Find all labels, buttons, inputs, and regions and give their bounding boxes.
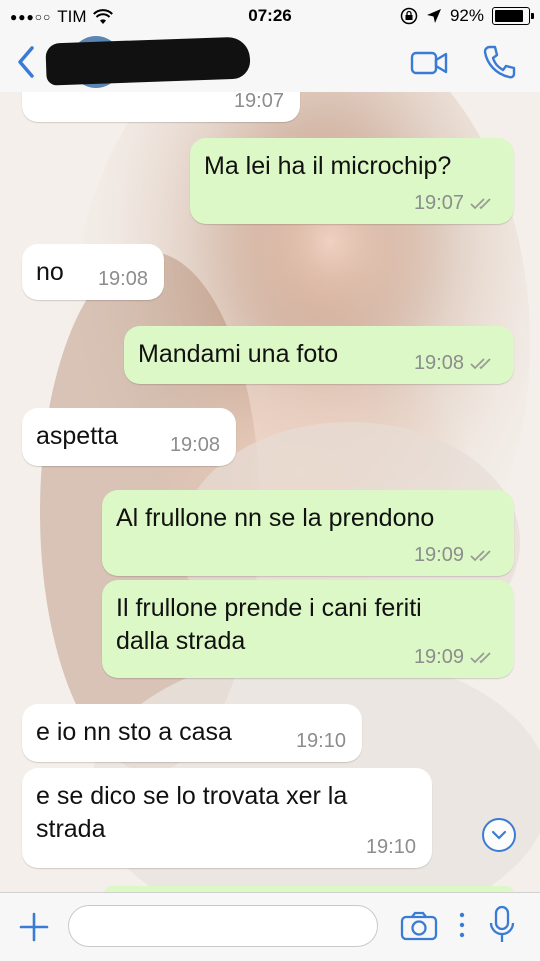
status-right: 92%: [400, 6, 534, 26]
message-time: 19:10: [365, 836, 416, 858]
double-check-icon: [470, 549, 491, 561]
camera-icon[interactable]: [400, 911, 438, 941]
plus-icon[interactable]: [18, 911, 50, 943]
message-time: 19:07: [233, 92, 284, 112]
message-meta: 19:08: [98, 268, 148, 291]
message-text: Ma lei ha il microchip?: [204, 152, 452, 180]
incoming-message[interactable]: no 19:08: [22, 244, 164, 300]
double-check-icon: [470, 357, 491, 369]
back-chevron-icon[interactable]: [12, 44, 42, 80]
redacted-contact-name: [45, 36, 251, 86]
message-time: 19:10: [295, 730, 346, 752]
chat-header: [0, 34, 540, 93]
battery-fill: [495, 10, 523, 22]
message-meta: 19:10: [366, 836, 416, 859]
video-camera-icon[interactable]: [410, 50, 448, 76]
incoming-message[interactable]: e se dico se lo trovata xer la strada 19:…: [22, 768, 432, 868]
outgoing-message[interactable]: Al frullone nn se la prendono 19:09: [102, 490, 514, 576]
message-meta: 19:09: [414, 646, 498, 669]
message-time: 19:08: [97, 268, 148, 290]
double-check-icon: [470, 651, 491, 663]
message-text: Al frullone nn se la prendono: [116, 504, 435, 532]
microphone-icon[interactable]: [488, 905, 516, 945]
scroll-to-bottom-button[interactable]: [482, 818, 516, 852]
rotation-lock-icon: [400, 7, 418, 25]
more-dots-icon[interactable]: [456, 909, 468, 941]
incoming-message[interactable]: 19:07: [22, 92, 300, 122]
message-time: 19:08: [413, 352, 464, 374]
message-text: e se dico se lo trovata xer la strada: [36, 782, 348, 843]
double-check-icon: [470, 197, 491, 209]
message-meta: 19:07: [414, 192, 498, 215]
message-meta: 19:08: [170, 434, 220, 457]
chevron-down-icon: [491, 830, 507, 840]
composer-bar: [0, 892, 540, 961]
outgoing-message[interactable]: Il frullone prende i cani feriti dalla s…: [102, 580, 514, 678]
message-time: 19:07: [413, 192, 464, 214]
message-meta: 19:08: [414, 352, 498, 375]
message-time: 19:09: [413, 544, 464, 566]
incoming-message[interactable]: e io nn sto a casa 19:10: [22, 704, 362, 762]
location-arrow-icon: [426, 9, 441, 23]
battery-percent: 92%: [449, 6, 484, 25]
message-input[interactable]: [68, 905, 378, 947]
outgoing-message[interactable]: Mandami una foto 19:08: [124, 326, 514, 384]
outgoing-message[interactable]: Ma lei ha il microchip? 19:07: [190, 138, 514, 224]
message-time: 19:08: [169, 434, 220, 456]
incoming-message[interactable]: aspetta 19:08: [22, 408, 236, 466]
phone-icon[interactable]: [482, 44, 516, 80]
status-bar: ●●●○○ TIM 07:26 92%: [0, 0, 540, 34]
battery-icon: [492, 7, 534, 25]
message-time: 19:09: [413, 646, 464, 668]
message-list[interactable]: 19:07 Ma lei ha il microchip? 19:07 no 19:08…: [0, 92, 540, 892]
message-meta: 19:10: [296, 730, 346, 753]
message-meta: 19:09: [414, 544, 498, 567]
message-meta: 19:07: [234, 92, 284, 113]
